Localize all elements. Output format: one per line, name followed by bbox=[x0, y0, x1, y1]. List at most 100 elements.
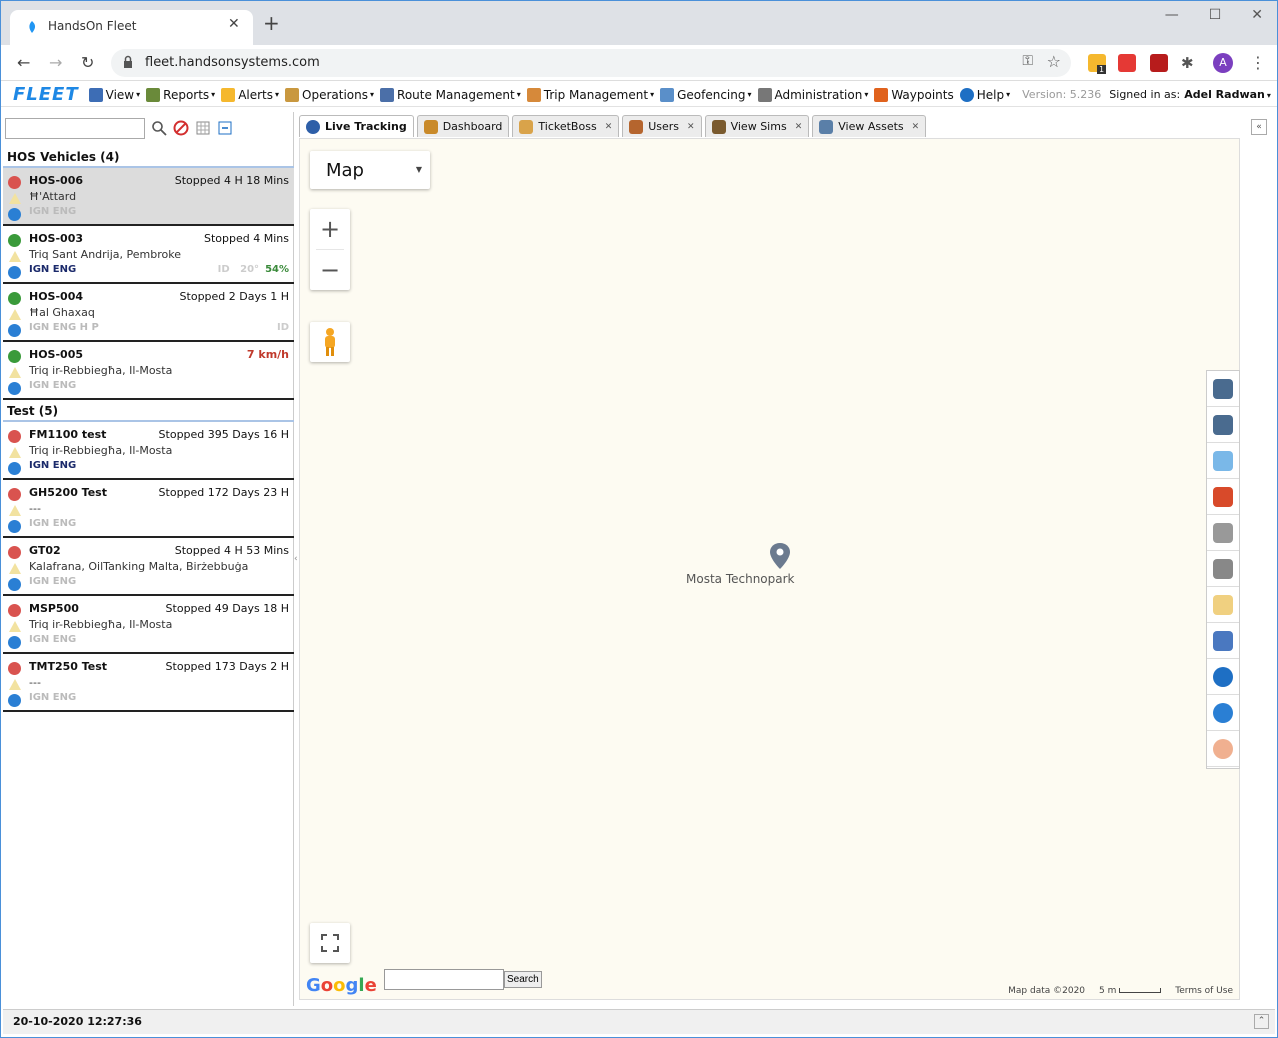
menu-route-management[interactable]: Route Management ▾ bbox=[380, 87, 521, 102]
map-tool-button[interactable] bbox=[1207, 659, 1239, 695]
locate-icon[interactable] bbox=[8, 578, 21, 591]
user-menu[interactable]: Adel Radwan ▾ bbox=[1184, 88, 1271, 101]
map-tool-button[interactable] bbox=[1207, 407, 1239, 443]
fullscreen-button[interactable] bbox=[310, 923, 350, 963]
vehicle-address: Triq ir-Rebbiegħa, Il-Mosta bbox=[29, 364, 173, 377]
vehicle-row[interactable]: GT02 Stopped 4 H 53 Mins Kalafrana, OilTan… bbox=[3, 538, 294, 596]
menu-waypoints[interactable]: Waypoints bbox=[874, 87, 954, 102]
close-tab-icon[interactable]: ✕ bbox=[687, 122, 695, 132]
clear-filter-icon[interactable] bbox=[173, 120, 189, 136]
status-error-icon bbox=[8, 662, 21, 675]
menu-help[interactable]: Help ▾ bbox=[959, 87, 1010, 102]
puzzle-icon[interactable]: ✱ bbox=[1181, 54, 1199, 72]
url-bar[interactable]: fleet.handsonsystems.com ⚿ ☆ bbox=[111, 49, 1071, 77]
terms-link[interactable]: Terms of Use bbox=[1175, 986, 1233, 996]
profile-avatar[interactable]: A bbox=[1213, 53, 1233, 73]
cluster-icon bbox=[1213, 738, 1233, 759]
map-tool-button[interactable] bbox=[1207, 731, 1239, 767]
vehicle-search-input[interactable] bbox=[5, 117, 145, 139]
warning-icon bbox=[9, 505, 21, 516]
close-tab-icon[interactable]: ✕ bbox=[912, 122, 920, 132]
tab-view-assets[interactable]: View Assets ✕ bbox=[812, 115, 927, 137]
tab-live-tracking[interactable]: Live Tracking bbox=[299, 115, 414, 137]
grid-view-icon[interactable] bbox=[195, 120, 211, 136]
locate-icon[interactable] bbox=[8, 462, 21, 475]
bookmark-star-icon[interactable]: ☆ bbox=[1047, 52, 1061, 71]
close-tab-icon[interactable]: ✕ bbox=[795, 122, 803, 132]
forward-icon[interactable]: → bbox=[49, 53, 62, 72]
group-header[interactable]: HOS Vehicles (4) bbox=[3, 146, 294, 168]
vehicle-row[interactable]: FM1100 test Stopped 395 Days 16 H Triq ir-… bbox=[3, 422, 294, 480]
tab-users[interactable]: Users ✕ bbox=[622, 115, 702, 137]
browser-menu-icon[interactable]: ⋮ bbox=[1250, 53, 1266, 72]
group-header[interactable]: Test (5) bbox=[3, 400, 294, 422]
extension-red-icon[interactable] bbox=[1118, 54, 1136, 72]
view-icon bbox=[88, 87, 103, 102]
panel-splitter-icon[interactable]: ‹ bbox=[294, 554, 298, 564]
locate-icon[interactable] bbox=[8, 266, 21, 279]
new-tab-icon[interactable]: + bbox=[263, 11, 280, 35]
tab-ticketboss[interactable]: TicketBoss ✕ bbox=[512, 115, 620, 137]
speaker-icon bbox=[1213, 558, 1233, 579]
menu-alerts[interactable]: Alerts ▾ bbox=[221, 87, 279, 102]
close-tab-icon[interactable]: ✕ bbox=[605, 122, 613, 132]
tab-dashboard[interactable]: Dashboard bbox=[416, 115, 510, 137]
key-icon[interactable]: ⚿ bbox=[1022, 53, 1033, 69]
menu-geofencing[interactable]: Geofencing ▾ bbox=[660, 87, 752, 102]
minimize-icon[interactable]: — bbox=[1165, 7, 1179, 23]
street-view-pegman[interactable] bbox=[310, 322, 350, 362]
map-tool-button[interactable] bbox=[1207, 515, 1239, 551]
back-icon[interactable]: ← bbox=[17, 53, 30, 72]
vehicle-row[interactable]: HOS-003 Stopped 4 Mins Triq Sant Andrija, … bbox=[3, 226, 294, 284]
map-tool-button[interactable] bbox=[1207, 623, 1239, 659]
map-tool-button[interactable] bbox=[1207, 371, 1239, 407]
zoom-out-button[interactable]: − bbox=[310, 250, 350, 290]
close-window-icon[interactable]: ✕ bbox=[1251, 7, 1263, 23]
map-search-input[interactable] bbox=[384, 969, 504, 990]
vehicle-row[interactable]: HOS-006 Stopped 4 H 18 Mins Ħ'Attard IGN EN… bbox=[3, 168, 294, 226]
collapse-panel-icon[interactable]: « bbox=[1251, 119, 1267, 135]
reload-icon[interactable]: ↻ bbox=[81, 53, 94, 72]
browser-tab[interactable]: HandsOn Fleet ✕ bbox=[10, 10, 253, 45]
menu-view[interactable]: View ▾ bbox=[88, 87, 141, 102]
map-tool-button[interactable] bbox=[1207, 695, 1239, 731]
vehicle-row[interactable]: GH5200 Test Stopped 172 Days 23 H --- IGN E… bbox=[3, 480, 294, 538]
pdf-extension-icon[interactable] bbox=[1150, 54, 1168, 72]
locate-icon[interactable] bbox=[8, 520, 21, 533]
search-icon[interactable] bbox=[151, 120, 167, 136]
map-search-button[interactable]: Search bbox=[504, 971, 542, 988]
chevron-down-icon: ▾ bbox=[136, 90, 141, 99]
zoom-in-button[interactable]: + bbox=[310, 209, 350, 249]
menu-operations[interactable]: Operations ▾ bbox=[285, 87, 374, 102]
map-view[interactable]: Map ▼ + − Mosta Technopark Google Search… bbox=[299, 138, 1240, 1000]
map-tool-button[interactable] bbox=[1207, 551, 1239, 587]
place-pin-icon[interactable] bbox=[769, 542, 791, 570]
vehicle-row[interactable]: HOS-005 7 km/h Triq ir-Rebbiegħa, Il-Mosta… bbox=[3, 342, 294, 400]
vehicle-row[interactable]: MSP500 Stopped 49 Days 18 H Triq ir-Rebbie… bbox=[3, 596, 294, 654]
help-icon bbox=[959, 87, 974, 102]
close-tab-icon[interactable]: ✕ bbox=[228, 16, 240, 32]
map-type-select[interactable]: Map ▼ bbox=[310, 151, 430, 189]
collapse-all-icon[interactable] bbox=[217, 120, 233, 136]
map-tool-button[interactable] bbox=[1207, 443, 1239, 479]
tab-view-sims[interactable]: View Sims ✕ bbox=[704, 115, 810, 137]
locate-icon[interactable] bbox=[8, 208, 21, 221]
menu-trip-management[interactable]: Trip Management ▾ bbox=[526, 87, 654, 102]
locate-icon[interactable] bbox=[8, 694, 21, 707]
expand-status-icon[interactable]: ⌃ bbox=[1254, 1014, 1269, 1029]
map-tool-button[interactable] bbox=[1207, 587, 1239, 623]
vehicle-row[interactable]: HOS-004 Stopped 2 Days 1 H Ħal Ghaxaq IGN E… bbox=[3, 284, 294, 342]
maximize-icon[interactable]: ☐ bbox=[1209, 7, 1222, 23]
vehicle-row[interactable]: TMT250 Test Stopped 173 Days 2 H --- IGN EN… bbox=[3, 654, 294, 712]
stack-icon bbox=[1213, 702, 1233, 723]
locate-icon[interactable] bbox=[8, 382, 21, 395]
menu-label: Geofencing bbox=[677, 87, 746, 102]
menu-label: View bbox=[105, 87, 135, 102]
menu-label: Route Management bbox=[397, 87, 515, 102]
menu-reports[interactable]: Reports ▾ bbox=[146, 87, 215, 102]
menu-administration[interactable]: Administration ▾ bbox=[757, 87, 868, 102]
app-menu-bar: FLEET View ▾ Reports ▾ Alerts ▾ Operations ▾ Rou… bbox=[1, 83, 1277, 107]
locate-icon[interactable] bbox=[8, 636, 21, 649]
locate-icon[interactable] bbox=[8, 324, 21, 337]
map-tool-button[interactable] bbox=[1207, 479, 1239, 515]
